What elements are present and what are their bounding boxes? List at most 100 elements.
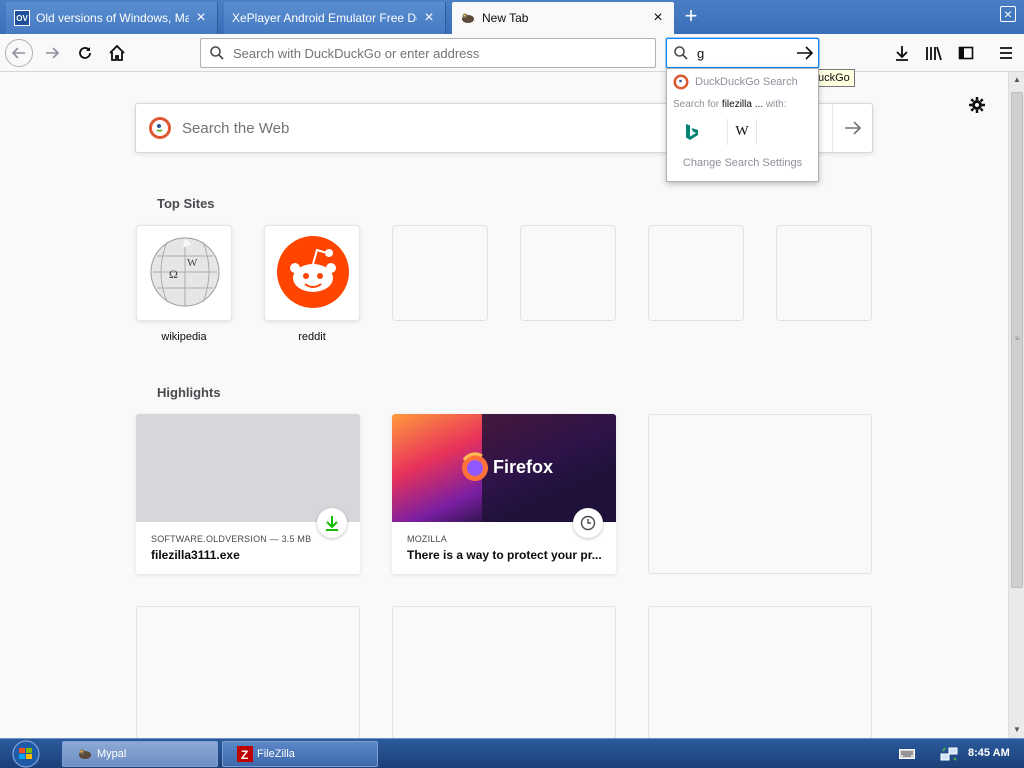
highlight-card-mozilla[interactable]: Firefox MOZILLA There is a way to protec… — [392, 414, 616, 574]
close-tab-icon[interactable]: × — [421, 10, 437, 26]
current-engine-row[interactable]: DuckDuckGo Search — [673, 74, 798, 90]
hamburger-menu-icon — [1000, 47, 1012, 59]
change-search-settings-button[interactable]: Change Search Settings — [667, 157, 818, 169]
keyboard-icon[interactable] — [899, 748, 915, 763]
reload-button[interactable] — [71, 39, 99, 67]
home-button[interactable] — [103, 39, 131, 67]
wikipedia-w-icon: W — [735, 124, 749, 139]
arrow-right-icon — [844, 121, 861, 135]
close-tab-icon[interactable]: × — [193, 10, 209, 26]
home-icon — [109, 44, 125, 61]
sidebar-icon — [958, 46, 974, 60]
highlight-empty-slot — [136, 606, 360, 738]
top-site-empty-slot[interactable] — [776, 225, 872, 321]
highlight-empty-slot — [648, 414, 872, 574]
url-placeholder: Search with DuckDuckGo or enter address — [233, 45, 480, 61]
wikipedia-engine-button[interactable]: W — [727, 119, 757, 145]
network-icon[interactable] — [940, 745, 958, 766]
tab-new-tab[interactable]: New Tab × — [452, 2, 674, 34]
highlight-card-filezilla[interactable]: SOFTWARE.OLDVERSION — 3.5 MB filezilla31… — [136, 414, 360, 574]
close-tab-icon[interactable]: × — [650, 10, 666, 26]
search-with-row: Search for filezilla ... with: — [673, 99, 815, 110]
highlight-source: SOFTWARE.OLDVERSION — 3.5 MB — [151, 534, 312, 544]
wikipedia-globe-icon: Ω W — [150, 237, 220, 307]
scroll-up-arrow-icon[interactable]: ▲ — [1009, 72, 1024, 88]
oldversion-favicon-icon: OV — [14, 10, 30, 26]
svg-text:Ω: Ω — [169, 267, 178, 281]
highlight-thumbnail: Firefox — [392, 414, 616, 522]
windows-start-orb-icon — [12, 740, 40, 768]
highlight-thumbnail — [136, 414, 360, 522]
vertical-scrollbar[interactable]: ▲ ≡ ▼ — [1008, 72, 1024, 738]
taskbar-item-filezilla[interactable]: Z FileZilla — [222, 741, 378, 767]
top-site-empty-slot[interactable] — [648, 225, 744, 321]
engine-name: DuckDuckGo Search — [695, 76, 798, 88]
navigation-toolbar: Search with DuckDuckGo or enter address … — [0, 34, 1024, 72]
tab-title: XePlayer Android Emulator Free Dow — [232, 11, 417, 25]
new-tab-button[interactable]: + — [678, 4, 704, 30]
tab-title: New Tab — [482, 11, 529, 25]
taskbar-item-mypal[interactable]: Mypal — [62, 741, 218, 767]
clock-icon — [573, 508, 603, 538]
highlight-empty-slot — [392, 606, 616, 738]
arrow-right-icon — [797, 46, 814, 60]
search-suggestions-popup: DuckDuckGo Search Search for filezilla .… — [666, 68, 819, 182]
downloads-button[interactable] — [888, 39, 916, 67]
search-icon — [210, 46, 224, 60]
search-go-button[interactable] — [792, 40, 818, 66]
forward-button[interactable] — [38, 39, 66, 67]
menu-button[interactable] — [992, 39, 1020, 67]
tab-title: Old versions of Windows, Mac a — [36, 11, 189, 25]
start-button[interactable] — [6, 740, 46, 768]
svg-text:W: W — [187, 257, 198, 269]
scrollbar-grip-icon: ≡ — [1015, 334, 1020, 343]
back-button[interactable] — [5, 39, 33, 67]
reddit-icon — [277, 236, 349, 308]
top-site-wikipedia[interactable]: Ω W — [136, 225, 232, 321]
highlights-heading: Highlights — [157, 385, 221, 400]
download-icon — [317, 508, 347, 538]
mypal-icon — [460, 10, 476, 26]
top-site-empty-slot[interactable] — [392, 225, 488, 321]
duckduckgo-icon — [149, 117, 171, 139]
svg-text:Z: Z — [241, 748, 248, 762]
reload-icon — [79, 47, 91, 59]
tab-strip: OV Old versions of Windows, Mac a × XePl… — [0, 0, 1024, 34]
gear-icon[interactable] — [968, 96, 986, 114]
url-bar[interactable]: Search with DuckDuckGo or enter address — [200, 38, 656, 68]
search-for-prefix: Search for — [673, 99, 722, 110]
taskbar-label: FileZilla — [257, 748, 295, 760]
web-search-submit-button[interactable] — [832, 104, 872, 152]
sidebar-button[interactable] — [952, 39, 980, 67]
window-close-icon[interactable]: × — [1000, 6, 1016, 22]
top-site-reddit[interactable] — [264, 225, 360, 321]
scroll-down-arrow-icon[interactable]: ▼ — [1009, 722, 1024, 738]
back-arrow-icon — [11, 47, 25, 59]
scrollbar-thumb[interactable]: ≡ — [1011, 92, 1023, 588]
search-bar[interactable]: g — [666, 38, 819, 68]
tooltip: uckGo — [815, 69, 855, 87]
forward-arrow-icon — [46, 47, 60, 59]
highlight-empty-slot — [648, 606, 872, 738]
highlight-title: filezilla3111.exe — [151, 548, 240, 562]
tab-xeplayer[interactable]: XePlayer Android Emulator Free Dow × — [224, 2, 446, 34]
search-for-suffix: with: — [763, 99, 787, 110]
top-sites-heading: Top Sites — [157, 196, 215, 211]
search-input-value[interactable]: g — [697, 46, 792, 61]
library-icon — [926, 46, 942, 61]
duckduckgo-icon — [673, 74, 689, 90]
system-clock[interactable]: 8:45 AM — [968, 747, 1010, 759]
mypal-icon — [79, 749, 91, 759]
download-icon — [896, 46, 908, 61]
filezilla-icon: Z — [237, 746, 253, 762]
new-tab-page: Search the Web Top Sites Ω W wikipedia r… — [0, 72, 1008, 738]
bing-icon — [686, 124, 698, 140]
top-site-empty-slot[interactable] — [520, 225, 616, 321]
taskbar-label: Mypal — [97, 748, 127, 760]
highlight-source: MOZILLA — [407, 534, 447, 544]
firefox-wordmark: Firefox — [493, 457, 554, 477]
bing-engine-button[interactable] — [677, 119, 707, 145]
tab-oldversion[interactable]: OV Old versions of Windows, Mac a × — [6, 2, 218, 34]
search-for-query: filezilla ... — [721, 99, 764, 110]
library-button[interactable] — [920, 39, 948, 67]
